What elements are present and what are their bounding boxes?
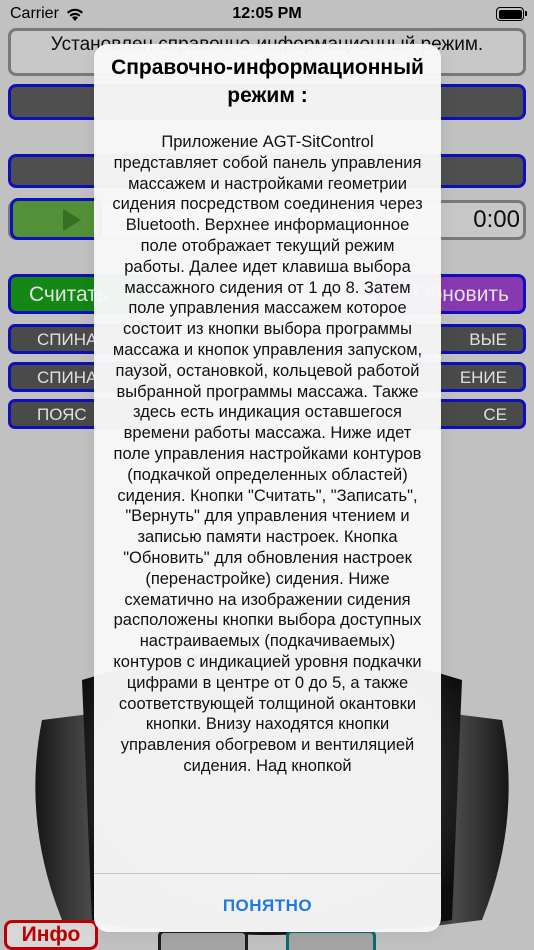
alert-ok-button[interactable]: ПОНЯТНО (94, 874, 441, 932)
help-alert-dialog: Справочно-информационный режим : Приложе… (94, 44, 441, 932)
alert-message[interactable]: Приложение AGT-SitControl представляет с… (108, 132, 427, 912)
alert-title: Справочно-информационный режим : (111, 56, 424, 107)
